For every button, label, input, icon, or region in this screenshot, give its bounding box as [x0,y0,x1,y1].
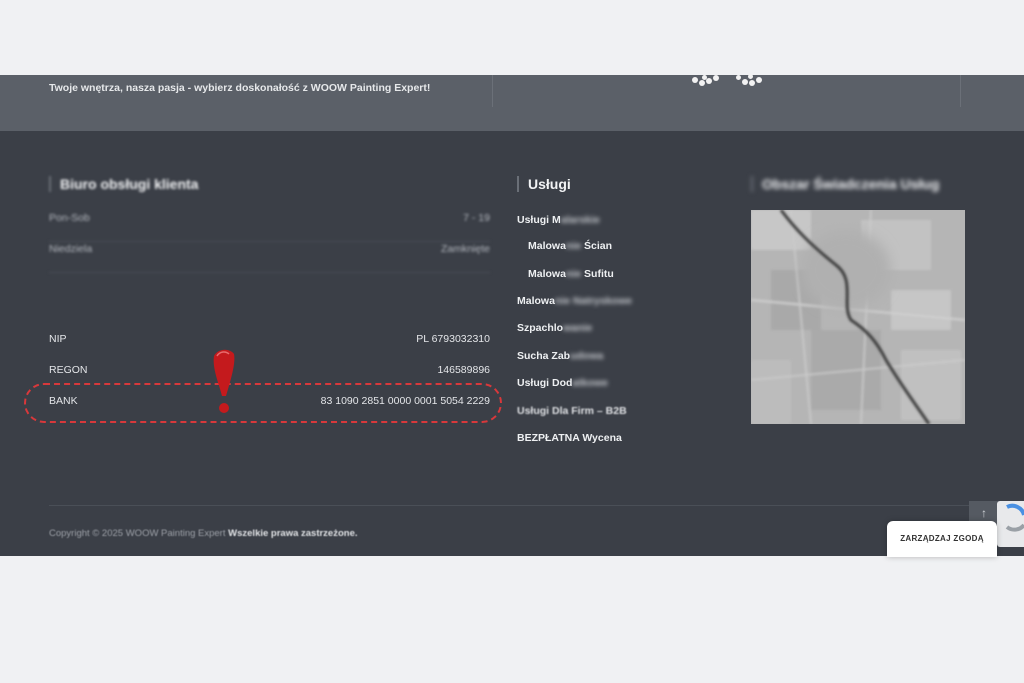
hours-row: Niedziela Zamknięte [49,243,490,273]
hours-time: Zamknięte [440,243,490,255]
service-link[interactable]: Szpachlowanie [517,322,592,334]
divider [492,75,493,107]
services-title: Usługi [517,176,571,192]
logo-dots-icon [692,74,772,89]
manage-consent-button[interactable]: ZARZĄDZAJ ZGODĄ [887,521,997,557]
exclamation-icon [213,349,235,413]
hours-row: Pon-Sob 7 - 19 [49,212,490,242]
service-link[interactable]: BEZPŁATNA Wycena [517,432,622,444]
hours-day: Niedziela [49,243,93,255]
office-title: Biuro obsługi klienta [49,176,198,192]
map-image [751,210,965,424]
info-value: 146589896 [437,364,490,376]
footer-tagline: Twoje wnętrza, nasza pasja - wybierz dos… [49,82,431,94]
service-link[interactable]: Usługi Malarskie [517,214,600,226]
service-area-title: Obszar Świadczenia Usług [751,176,939,192]
divider [960,75,961,107]
info-label: NIP [49,333,67,345]
divider [49,505,999,506]
copyright: Copyright © 2025 WOOW Painting Expert Ws… [49,528,358,539]
service-link[interactable]: Malowanie Ścian [528,240,612,252]
recaptcha-badge-icon[interactable] [997,501,1024,547]
service-area-map[interactable] [751,210,965,424]
service-link[interactable]: Usługi Dodatkowe [517,377,608,389]
info-value: PL 6793032310 [416,333,490,345]
service-link[interactable]: Usługi Dla Firm – B2B [517,405,627,417]
hours-time: 7 - 19 [463,212,490,224]
service-link[interactable]: Malowanie Natryskowe [517,295,632,307]
service-link[interactable]: Sucha Zabudowa [517,350,603,362]
info-label: REGON [49,364,88,376]
bank-highlight-outline [24,383,502,423]
service-link[interactable]: Malowanie Sufitu [528,268,614,280]
hours-day: Pon-Sob [49,212,90,224]
